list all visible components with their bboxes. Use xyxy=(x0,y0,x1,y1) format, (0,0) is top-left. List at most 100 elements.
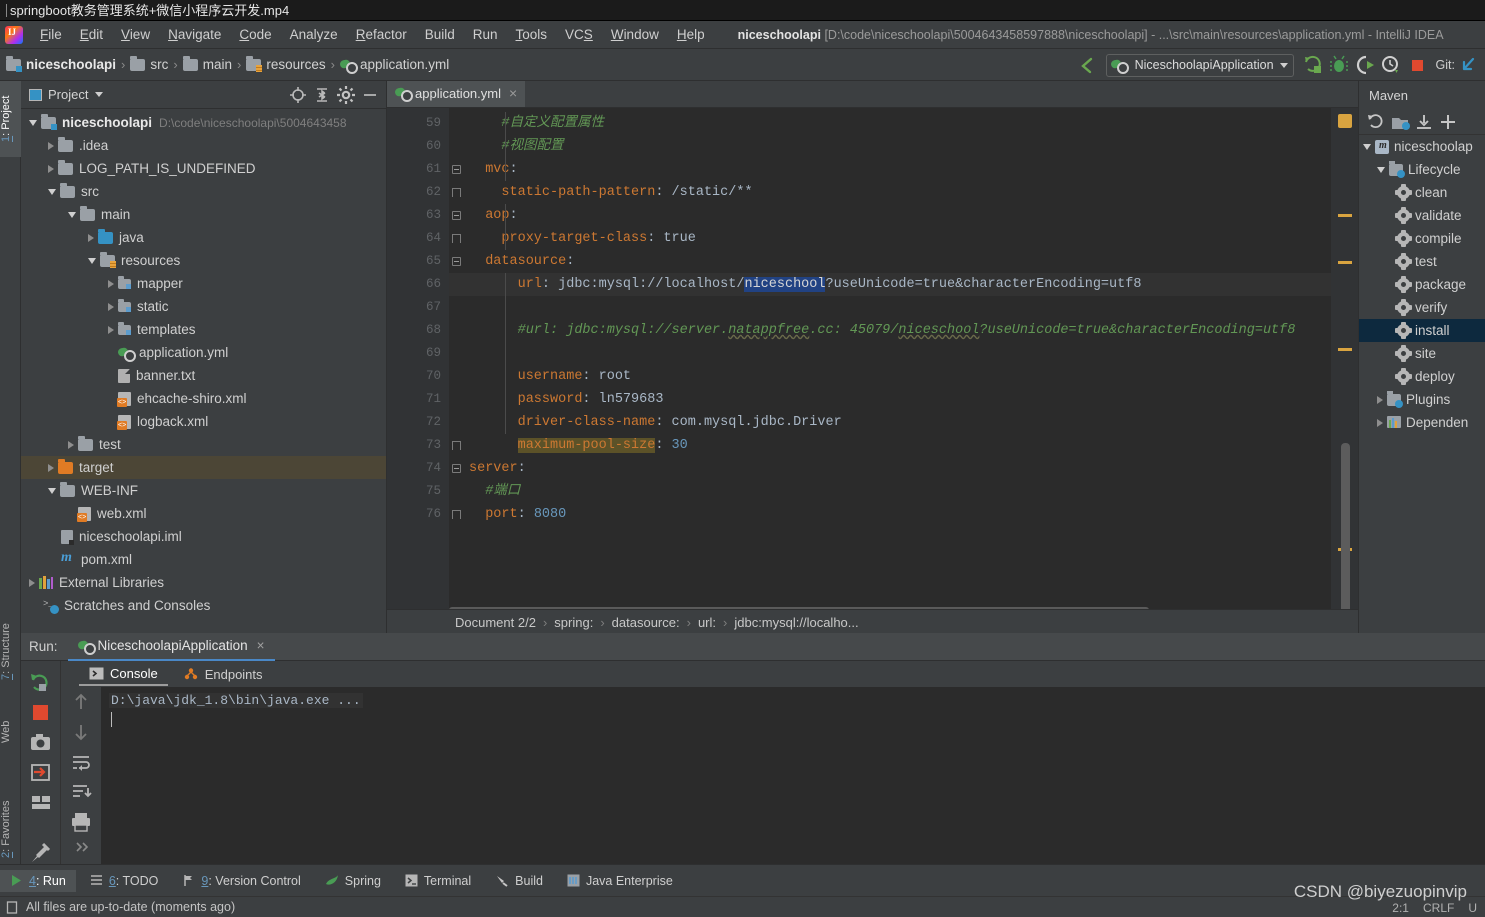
chevron-down-icon[interactable] xyxy=(68,212,76,218)
maven-node-lifecycle[interactable]: Lifecycle xyxy=(1359,158,1485,181)
chevron-down-icon[interactable] xyxy=(95,92,103,97)
tree-node-niceschoolapi[interactable]: niceschoolapi D:\code\niceschoolapi\5004… xyxy=(21,111,386,134)
run-icon[interactable] xyxy=(1301,53,1325,77)
close-icon[interactable]: × xyxy=(509,85,517,101)
breadcrumb-niceschoolapi[interactable]: niceschoolapi xyxy=(6,57,116,72)
tree-node-main[interactable]: main xyxy=(21,203,386,226)
maven-goal-test[interactable]: test xyxy=(1359,250,1485,273)
code-line[interactable]: server: xyxy=(449,457,1358,480)
generate-sources-icon[interactable] xyxy=(1388,111,1412,133)
bottom-tab-spring[interactable]: Spring xyxy=(315,870,391,892)
code-line[interactable]: #端口 xyxy=(449,480,1358,503)
maven-node-niceschoolapi[interactable]: niceschoolap xyxy=(1359,135,1485,158)
chevron-right-icon[interactable] xyxy=(88,234,94,242)
endpoints-tab[interactable]: Endpoints xyxy=(174,664,273,685)
chevron-right-icon[interactable] xyxy=(108,303,114,311)
menu-tools[interactable]: Tools xyxy=(507,24,557,45)
code-line[interactable]: password: ln579683 xyxy=(449,388,1358,411)
tree-node-application-yml[interactable]: application.yml xyxy=(21,341,386,364)
code-line[interactable]: maximum-pool-size: 30 xyxy=(449,434,1358,457)
menu-refactor[interactable]: Refactor xyxy=(347,24,416,45)
menu-view[interactable]: View xyxy=(112,24,159,45)
stop-icon[interactable] xyxy=(1405,53,1429,77)
export-icon[interactable] xyxy=(21,757,60,787)
menu-analyze[interactable]: Analyze xyxy=(281,24,347,45)
tree-node-web-xml[interactable]: web.xml xyxy=(21,502,386,525)
profiler-icon[interactable] xyxy=(1379,53,1403,77)
code-line[interactable]: #url: jdbc:mysql://server.natappfree.cc:… xyxy=(449,319,1358,342)
menu-vcs[interactable]: VCS xyxy=(556,24,602,45)
warning-marker[interactable] xyxy=(1338,348,1352,351)
bottom-tab-run[interactable]: 4: Run xyxy=(0,870,76,892)
menu-run[interactable]: Run xyxy=(464,24,507,45)
code-line[interactable]: mvc: xyxy=(449,158,1358,181)
maven-goal-clean[interactable]: clean xyxy=(1359,181,1485,204)
code-lines[interactable]: #自定义配置属性 #视图配置 mvc: static-path-pattern:… xyxy=(449,108,1358,614)
chevron-down-icon[interactable] xyxy=(48,488,56,494)
menu-build[interactable]: Build xyxy=(416,24,464,45)
maven-goal-deploy[interactable]: deploy xyxy=(1359,365,1485,388)
code-line[interactable] xyxy=(449,296,1358,319)
hide-panel-icon[interactable] xyxy=(359,84,381,106)
close-icon[interactable]: × xyxy=(257,638,265,653)
tree-node-mapper[interactable]: mapper xyxy=(21,272,386,295)
menu-file[interactable]: File xyxy=(31,24,71,45)
git-update-icon[interactable] xyxy=(1456,53,1480,77)
sidebar-tab-favorites[interactable]: 2: Favorites xyxy=(0,781,21,877)
menu-window[interactable]: Window xyxy=(602,24,668,45)
menu-code[interactable]: Code xyxy=(230,24,280,45)
warning-marker[interactable] xyxy=(1338,114,1352,128)
run-configuration-selector[interactable]: NiceschoolapiApplication xyxy=(1106,54,1294,77)
scroll-down-icon[interactable] xyxy=(61,717,101,747)
screenshot-icon[interactable] xyxy=(21,727,60,757)
more-icon[interactable] xyxy=(61,837,101,857)
menu-edit[interactable]: Edit xyxy=(71,24,112,45)
chevron-back-icon[interactable] xyxy=(1075,53,1099,77)
run-tab-niceschoolapiapplication[interactable]: NiceschoolapiApplication × xyxy=(68,633,275,661)
tree-node-logback-xml[interactable]: logback.xml xyxy=(21,410,386,433)
tree-node-pom-xml[interactable]: pom.xml xyxy=(21,548,386,571)
download-sources-icon[interactable] xyxy=(1412,111,1436,133)
code-line[interactable]: static-path-pattern: /static/** xyxy=(449,181,1358,204)
scroll-up-icon[interactable] xyxy=(61,687,101,717)
breadcrumb-datasource[interactable]: datasource: xyxy=(612,615,680,630)
chevron-down-icon[interactable] xyxy=(88,258,96,264)
bottom-tab-todo[interactable]: 6: TODO xyxy=(80,870,169,892)
chevron-right-icon[interactable] xyxy=(48,464,54,472)
editor-scrollbar-thumb[interactable] xyxy=(1341,443,1350,613)
scroll-to-end-icon[interactable] xyxy=(61,777,101,807)
debug-icon[interactable] xyxy=(1327,53,1351,77)
tree-node-banner-txt[interactable]: banner.txt xyxy=(21,364,386,387)
line-separator[interactable]: CRLF xyxy=(1423,901,1454,915)
chevron-right-icon[interactable] xyxy=(108,326,114,334)
code-line[interactable]: proxy-target-class: true xyxy=(449,227,1358,250)
maven-node-plugins[interactable]: Plugins xyxy=(1359,388,1485,411)
breadcrumb-src[interactable]: src xyxy=(130,57,168,72)
menu-help[interactable]: Help xyxy=(668,24,714,45)
chevron-down-icon[interactable] xyxy=(1377,167,1385,173)
layout-icon[interactable] xyxy=(21,787,60,817)
maven-goal-site[interactable]: site xyxy=(1359,342,1485,365)
reimport-icon[interactable] xyxy=(1364,111,1388,133)
bottom-tab-java-enterprise[interactable]: Java Enterprise xyxy=(557,870,683,892)
code-line[interactable]: datasource: xyxy=(449,250,1358,273)
maven-goal-verify[interactable]: verify xyxy=(1359,296,1485,319)
menu-navigate[interactable]: Navigate xyxy=(159,24,230,45)
maven-goal-install[interactable]: install xyxy=(1359,319,1485,342)
settings-gear-icon[interactable] xyxy=(335,84,357,106)
locate-icon[interactable] xyxy=(287,84,309,106)
chevron-right-icon[interactable] xyxy=(68,441,74,449)
chevron-right-icon[interactable] xyxy=(48,142,54,150)
collapse-all-icon[interactable] xyxy=(311,84,333,106)
code-line[interactable]: url: jdbc:mysql://localhost/niceschool?u… xyxy=(449,273,1358,296)
tree-node-src[interactable]: src xyxy=(21,180,386,203)
tree-node-web-inf[interactable]: WEB-INF xyxy=(21,479,386,502)
maven-goal-validate[interactable]: validate xyxy=(1359,204,1485,227)
maven-goal-compile[interactable]: compile xyxy=(1359,227,1485,250)
chevron-right-icon[interactable] xyxy=(108,280,114,288)
stop-icon[interactable] xyxy=(21,697,60,727)
breadcrumb-application-yml[interactable]: application.yml xyxy=(340,57,449,72)
editor-tab-application-yml[interactable]: application.yml × xyxy=(387,81,525,107)
warning-marker[interactable] xyxy=(1338,261,1352,264)
rerun-icon[interactable] xyxy=(21,667,60,697)
